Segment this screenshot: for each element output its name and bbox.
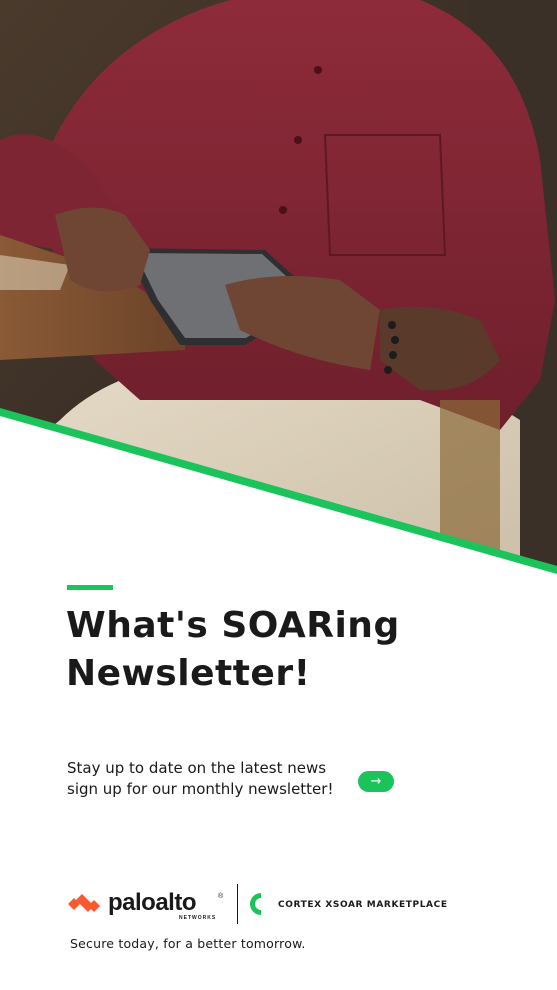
brand-name: paloalto bbox=[108, 889, 197, 916]
logo-divider bbox=[237, 884, 238, 924]
tagline: Secure today, for a better tomorrow. bbox=[70, 936, 306, 951]
headline-line-2: Newsletter! bbox=[66, 653, 311, 694]
paloalto-networks-logo[interactable]: paloalto ® NETWORKS bbox=[66, 884, 226, 924]
arrow-right-icon: → bbox=[370, 774, 382, 789]
paloalto-chevron-icon bbox=[68, 894, 100, 912]
headline-line-1: What's SOARing bbox=[66, 605, 400, 646]
signup-arrow-button[interactable]: → bbox=[358, 771, 394, 792]
accent-bar bbox=[67, 585, 113, 590]
brand-registered-mark: ® bbox=[218, 893, 224, 900]
hero-photo bbox=[0, 0, 557, 580]
newsletter-headline: What's SOARing Newsletter! bbox=[66, 602, 400, 698]
brand-subtitle: NETWORKS bbox=[179, 915, 217, 921]
cortex-xsoar-marketplace-label[interactable]: CORTEX XSOAR MARKETPLACE bbox=[278, 900, 448, 910]
footer-logos: paloalto ® NETWORKS CORTEX XSOAR MARKETP… bbox=[66, 884, 486, 926]
description-line-1: Stay up to date on the latest news bbox=[67, 759, 327, 777]
cortex-logo-icon bbox=[250, 893, 261, 915]
newsletter-description: Stay up to date on the latest news sign … bbox=[67, 758, 333, 800]
description-line-2: sign up for our monthly newsletter! bbox=[67, 780, 334, 798]
